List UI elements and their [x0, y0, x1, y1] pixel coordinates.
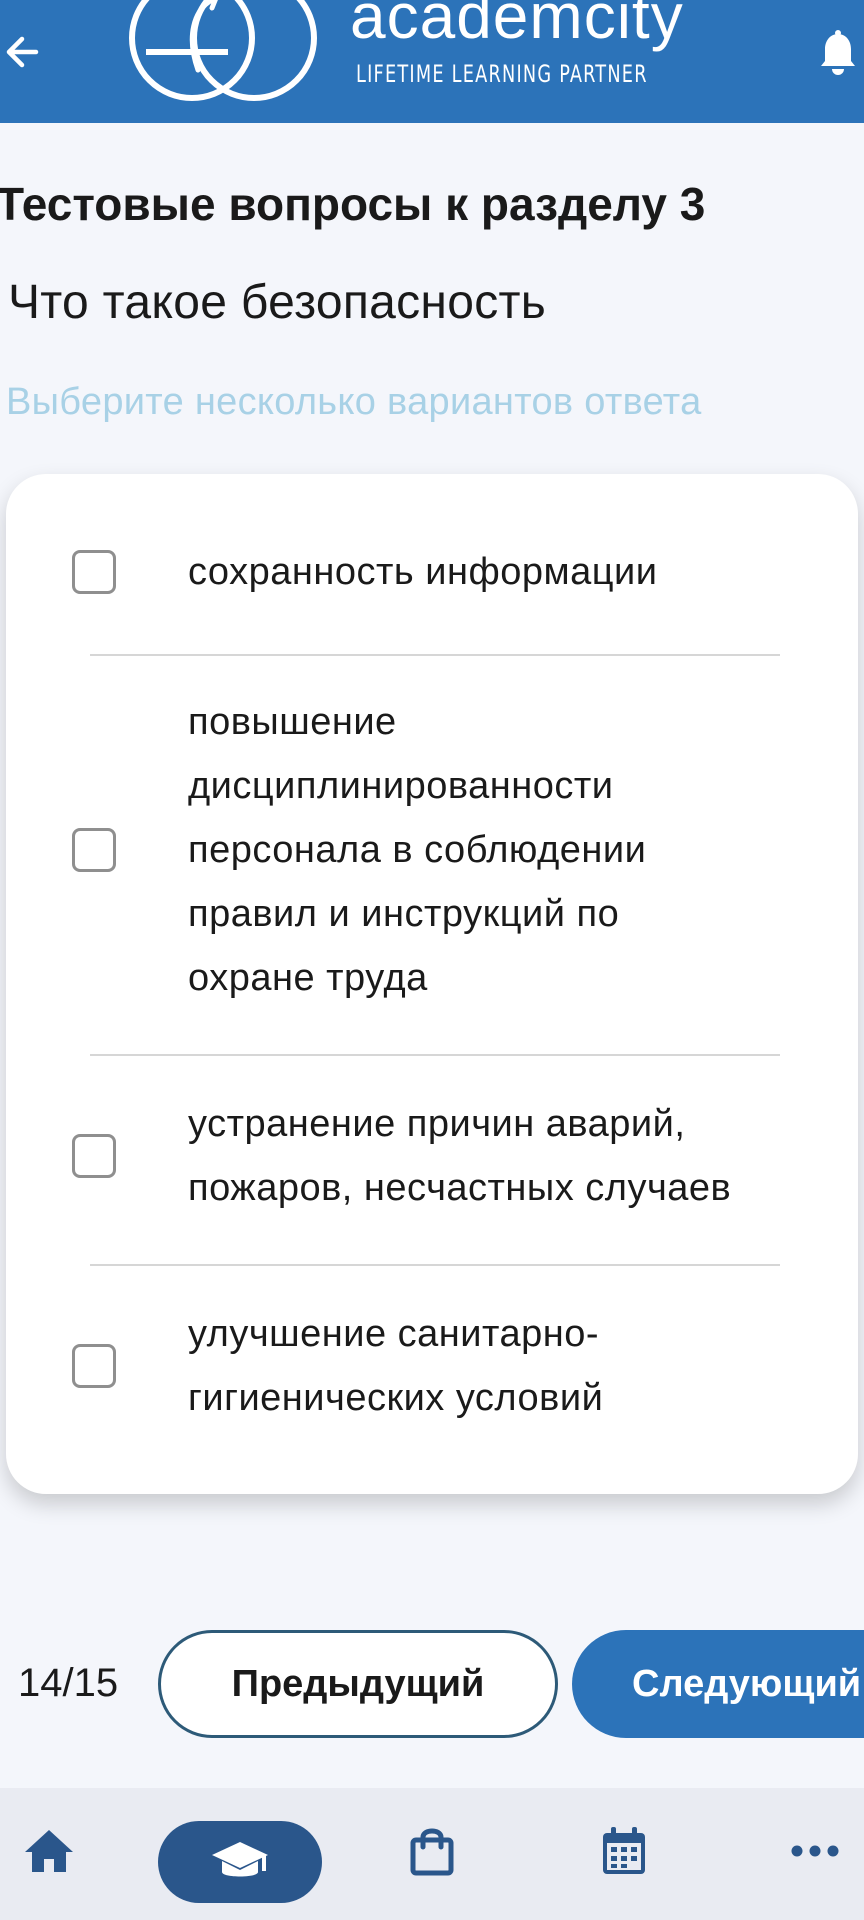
answer-option[interactable]: повышение дисциплинированности персонала… [6, 690, 858, 1010]
nav-more[interactable] [780, 1816, 850, 1886]
question-counter: 14/15 [18, 1661, 119, 1705]
app-header: academcity LIFETIME LEARNING PARTNER [0, 0, 864, 123]
arrow-left-icon [6, 36, 39, 68]
question-text: Что такое безопасность [8, 276, 547, 329]
logo-name: academcity [350, 0, 684, 52]
graduation-cap-icon [212, 1842, 268, 1877]
home-icon [25, 1830, 73, 1872]
answer-option[interactable]: улучшение санитарно-гигиенических услови… [6, 1302, 858, 1430]
nav-shop[interactable] [397, 1816, 467, 1886]
answer-option-label: улучшение санитарно-гигиенических услови… [188, 1313, 604, 1419]
nav-home[interactable] [14, 1816, 84, 1886]
answer-option-label: повышение дисциплинированности персонала… [188, 701, 647, 999]
answer-checkbox[interactable] [72, 828, 116, 872]
answer-checkbox[interactable] [72, 1134, 116, 1178]
bell-icon [821, 30, 855, 75]
previous-button[interactable]: Предыдущий [158, 1630, 558, 1738]
academcity-logo-icon [129, 0, 317, 101]
answer-option-label: сохранность информации [188, 551, 658, 593]
answer-checkbox[interactable] [72, 1344, 116, 1388]
answer-option[interactable]: сохранность информации [6, 536, 858, 608]
answer-option[interactable]: устранение причин аварий, пожаров, несча… [6, 1092, 858, 1220]
shopping-bag-icon [410, 1828, 454, 1876]
answer-option-label: устранение причин аварий, пожаров, несча… [188, 1103, 732, 1209]
logo-tagline: LIFETIME LEARNING PARTNER [356, 60, 648, 88]
answers-card: сохранность информации повышение дисципл… [6, 474, 858, 1494]
answer-checkbox[interactable] [72, 550, 116, 594]
bottom-navigation [0, 1788, 864, 1920]
option-divider [90, 1264, 780, 1266]
calendar-icon [603, 1827, 645, 1874]
section-title: Тестовые вопросы к разделу 3 [0, 178, 706, 230]
nav-courses[interactable] [158, 1821, 322, 1903]
back-button[interactable] [0, 24, 44, 80]
more-icon [791, 1845, 839, 1857]
next-button[interactable]: Следующий [572, 1630, 864, 1738]
option-divider [90, 654, 780, 656]
notifications-button[interactable] [812, 24, 864, 84]
nav-calendar[interactable] [589, 1816, 659, 1886]
answer-hint: Выберите несколько вариантов ответа [6, 381, 702, 423]
option-divider [90, 1054, 780, 1056]
